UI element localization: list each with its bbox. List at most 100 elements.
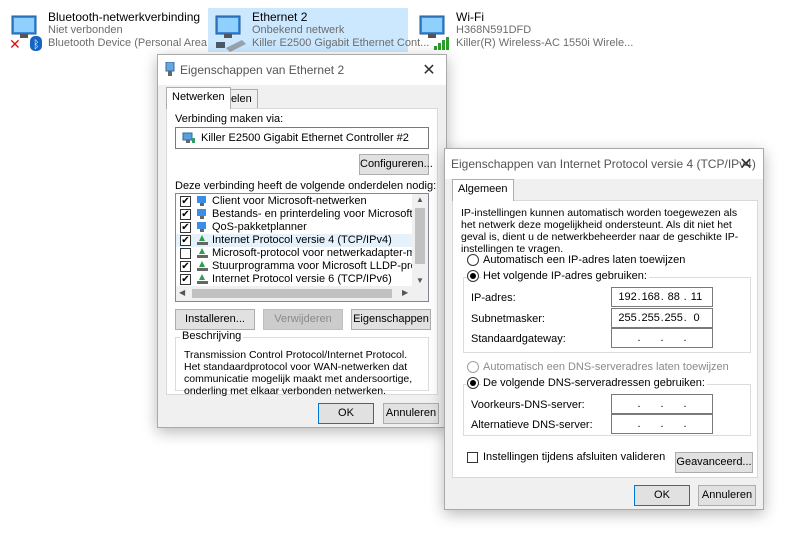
bluetooth-network-icon: ✕ ᛒ bbox=[9, 15, 42, 52]
vertical-scrollbar[interactable]: ▲ ▼ bbox=[412, 194, 428, 288]
protocol-icon bbox=[197, 248, 208, 258]
description-title: Beschrijving bbox=[180, 330, 244, 342]
connection-name: Ethernet 2 bbox=[252, 10, 308, 24]
scroll-up-icon[interactable]: ▲ bbox=[416, 195, 424, 204]
component-checkbox[interactable]: ✔ bbox=[180, 274, 191, 285]
component-label: Internet Protocol versie 6 (TCP/IPv6) bbox=[212, 273, 392, 285]
component-label: Microsoft-protocol voor netwerkadapter-m… bbox=[212, 247, 428, 259]
cancel-button[interactable]: Annuleren bbox=[383, 403, 439, 424]
intro-text: IP-instellingen kunnen automatisch worde… bbox=[461, 207, 739, 255]
ip-label: IP-adres: bbox=[471, 292, 516, 304]
manual-ip-radio[interactable] bbox=[467, 270, 479, 282]
scroll-left-icon[interactable]: ◀ bbox=[179, 288, 185, 297]
validate-checkbox[interactable] bbox=[467, 452, 478, 463]
subnet-label: Subnetmasker: bbox=[471, 313, 545, 325]
ethernet-properties-dialog: Eigenschappen van Ethernet 2 ✕ Netwerken… bbox=[157, 54, 447, 428]
dialog-title: Eigenschappen van Ethernet 2 bbox=[180, 63, 345, 77]
components-list: ✔ Client voor Microsoft-netwerken ✔ Bestand… bbox=[175, 193, 429, 302]
close-icon[interactable]: ✕ bbox=[420, 60, 438, 80]
tab-panel: IP-instellingen kunnen automatisch worde… bbox=[452, 200, 758, 478]
auto-ip-radio[interactable] bbox=[467, 254, 479, 266]
ethernet-network-icon bbox=[215, 15, 246, 52]
network-client-icon bbox=[197, 209, 206, 219]
component-checkbox[interactable]: ✔ bbox=[180, 261, 191, 272]
octet: 11 bbox=[690, 291, 703, 303]
tab-netwerken[interactable]: Netwerken bbox=[166, 87, 231, 109]
adapter-name: Killer E2500 Gigabit Ethernet Controller… bbox=[201, 132, 409, 144]
cancel-button[interactable]: Annuleren bbox=[698, 485, 756, 506]
auto-dns-label: Automatisch een DNS-serveradres laten to… bbox=[483, 361, 729, 373]
octet: 168 bbox=[641, 291, 660, 303]
component-checkbox[interactable] bbox=[180, 248, 191, 259]
manual-ip-label: Het volgende IP-adres gebruiken: bbox=[481, 270, 649, 282]
dialog-titlebar: Eigenschappen van Internet Protocol vers… bbox=[445, 149, 763, 179]
scroll-thumb[interactable] bbox=[192, 289, 392, 298]
auto-ip-label: Automatisch een IP-adres laten toewijzen bbox=[483, 254, 686, 266]
advanced-button[interactable]: Geavanceerd... bbox=[675, 452, 753, 473]
connection-device: Killer(R) Wireless-AC 1550i Wirele... bbox=[456, 37, 634, 49]
scroll-thumb[interactable] bbox=[415, 208, 425, 264]
octet: 88 bbox=[667, 291, 680, 303]
network-adapter-icon bbox=[182, 132, 195, 143]
manual-dns-radio[interactable] bbox=[467, 377, 479, 389]
octet: 255 bbox=[641, 312, 660, 324]
component-checkbox[interactable]: ✔ bbox=[180, 222, 191, 233]
component-row[interactable]: ✔ Client voor Microsoft-netwerken bbox=[176, 195, 412, 208]
ip-address-field[interactable]: 192. 168. 88. 11 bbox=[611, 287, 713, 307]
subnet-mask-field[interactable]: 255. 255. 255. 0 bbox=[611, 308, 713, 328]
horizontal-scrollbar[interactable]: ◀ ▶ bbox=[176, 286, 428, 301]
connection-bluetooth[interactable]: ✕ ᛒ Bluetooth-netwerkverbinding Niet ver… bbox=[4, 8, 219, 53]
component-row[interactable]: ✔ Internet Protocol versie 4 (TCP/IPv4) bbox=[176, 234, 412, 247]
component-checkbox[interactable]: ✔ bbox=[180, 209, 191, 220]
component-row[interactable]: ✔ Bestands- en printerdeling voor Microso… bbox=[176, 208, 428, 221]
close-icon[interactable]: ✕ bbox=[737, 154, 755, 174]
connection-status: Onbekend netwerk bbox=[252, 24, 345, 36]
alternate-dns-field[interactable]: ... bbox=[611, 414, 713, 434]
validate-label: Instellingen tijdens afsluiten valideren bbox=[483, 451, 666, 463]
scroll-down-icon[interactable]: ▼ bbox=[416, 276, 424, 285]
octet: 255 bbox=[618, 312, 637, 324]
connection-status: Niet verbonden bbox=[48, 24, 123, 36]
adapter-field: Killer E2500 Gigabit Ethernet Controller… bbox=[175, 127, 429, 149]
connection-ethernet-2[interactable]: Ethernet 2 Onbekend netwerk Killer E2500… bbox=[208, 8, 429, 52]
configure-button[interactable]: Configureren... bbox=[359, 154, 433, 175]
connection-device: Bluetooth Device (Personal Area ... bbox=[48, 37, 220, 49]
dialog-title: Eigenschappen van Internet Protocol vers… bbox=[451, 157, 756, 171]
scroll-right-icon[interactable]: ▶ bbox=[402, 288, 408, 297]
tab-algemeen[interactable]: Algemeen bbox=[452, 179, 514, 201]
component-row[interactable]: ✔ QoS-pakketplanner bbox=[176, 221, 412, 234]
description-text: Transmission Control Protocol/Internet P… bbox=[184, 349, 413, 397]
octet: 255 bbox=[664, 312, 683, 324]
component-label: Bestands- en printerdeling voor Microsof… bbox=[212, 208, 428, 220]
tab-label: Netwerken bbox=[172, 91, 225, 103]
install-button[interactable]: Installeren... bbox=[175, 309, 255, 330]
ok-button[interactable]: OK bbox=[318, 403, 374, 424]
connection-name: Bluetooth-netwerkverbinding bbox=[48, 10, 201, 24]
preferred-dns-field[interactable]: ... bbox=[611, 394, 713, 414]
gateway-field[interactable]: ... bbox=[611, 328, 713, 348]
connection-name: Wi-Fi bbox=[456, 10, 484, 24]
svg-text:✕: ✕ bbox=[9, 37, 21, 52]
tab-label: Algemeen bbox=[458, 183, 508, 195]
octet: 0 bbox=[693, 312, 700, 324]
svg-text:ᛒ: ᛒ bbox=[33, 38, 40, 51]
ok-button[interactable]: OK bbox=[634, 485, 690, 506]
component-row[interactable]: Microsoft-protocol voor netwerkadapter-m… bbox=[176, 247, 428, 260]
properties-button[interactable]: Eigenschappen bbox=[351, 309, 431, 330]
connection-device: Killer E2500 Gigabit Ethernet Cont... bbox=[252, 37, 430, 49]
component-checkbox[interactable]: ✔ bbox=[180, 196, 191, 207]
tab-panel: Verbinding maken via: Killer E2500 Gigab… bbox=[166, 108, 438, 397]
connection-wifi[interactable]: Wi-Fi H368N591DFD Killer(R) Wireless-AC … bbox=[412, 8, 633, 52]
component-label: QoS-pakketplanner bbox=[212, 221, 307, 233]
component-row[interactable]: ✔ Internet Protocol versie 6 (TCP/IPv6) bbox=[176, 273, 412, 286]
component-row[interactable]: ✔ Stuurprogramma voor Microsoft LLDP-prot… bbox=[176, 260, 428, 273]
component-checkbox[interactable]: ✔ bbox=[180, 235, 191, 246]
manual-dns-label: De volgende DNS-serveradressen gebruiken… bbox=[481, 377, 707, 389]
network-client-icon bbox=[197, 196, 206, 206]
auto-dns-radio[interactable] bbox=[467, 361, 479, 373]
remove-button[interactable]: Verwijderen bbox=[263, 309, 343, 330]
protocol-icon bbox=[197, 274, 208, 284]
connection-status: H368N591DFD bbox=[456, 24, 532, 36]
description-group: Beschrijving Transmission Control Protoc… bbox=[175, 330, 429, 397]
component-label: Internet Protocol versie 4 (TCP/IPv4) bbox=[212, 234, 392, 246]
